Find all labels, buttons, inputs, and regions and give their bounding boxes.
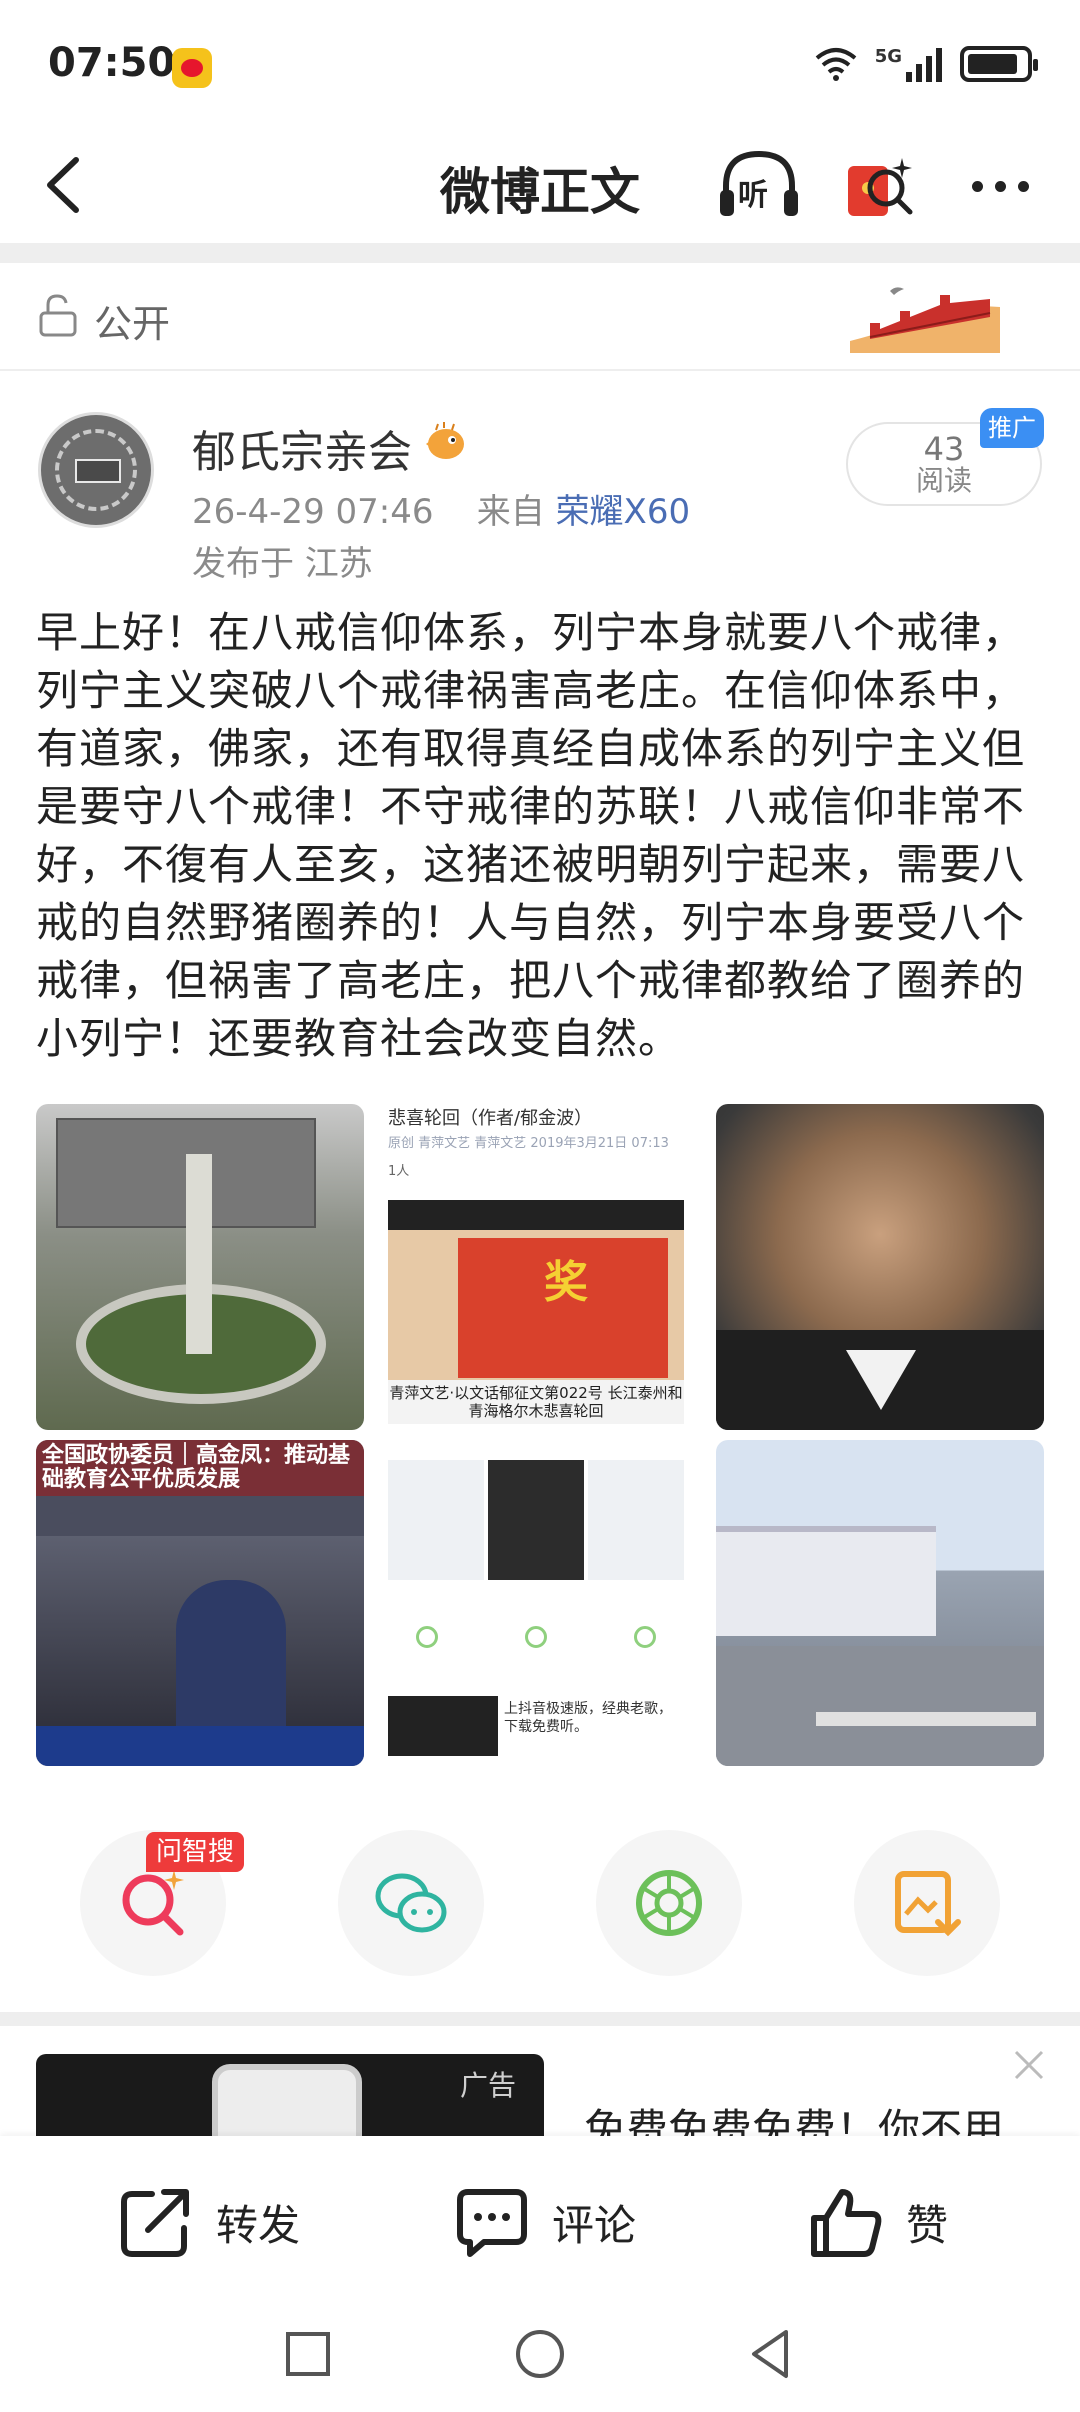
post-timestamp: 26-4-29 07:46	[192, 492, 434, 532]
page-title: 微博正文	[440, 163, 640, 221]
post-meta: 26-4-29 07:46 来自 荣耀X60	[192, 484, 690, 533]
post-image-1[interactable]	[36, 1104, 364, 1430]
repost-button[interactable]: 转发	[118, 2182, 300, 2262]
bottom-action-bar: 转发 评论 赞	[0, 2136, 1080, 2298]
search-sparkle-icon	[867, 158, 913, 215]
visibility-row: 公开	[0, 263, 1080, 371]
close-icon[interactable]	[1008, 2044, 1050, 2086]
signal-icon: 5G	[875, 46, 942, 82]
image-2-bottom-caption: 青萍文艺·以文话郁征文第022号 长江泰州和青海格尔木悲喜轮回	[388, 1380, 684, 1424]
status-bar: 07:50 5G	[0, 0, 1080, 130]
recent-apps-icon[interactable]	[278, 2324, 338, 2384]
ai-search-tag: 问智搜	[146, 1832, 244, 1872]
post-image-3[interactable]	[716, 1104, 1044, 1430]
more-icon[interactable]	[960, 166, 1040, 206]
great-wall-decoration-icon	[850, 287, 1000, 353]
author-name[interactable]: 郁氏宗亲会	[192, 416, 412, 480]
post-image-5[interactable]: 上抖音极速版，经典老歌，下载免费听。	[376, 1440, 704, 1766]
section-divider	[0, 2012, 1080, 2026]
post-location: 发布于 江苏	[192, 544, 373, 584]
red-packet-button[interactable]	[842, 152, 918, 222]
home-icon[interactable]	[510, 2324, 570, 2384]
listen-label: 听	[738, 178, 768, 213]
promo-tag: 推广	[980, 408, 1044, 448]
post-body-text: 早上好！在八戒信仰体系，列宁本身就要八个戒律，列宁主义突破八个戒律祸害高老庄。在…	[36, 608, 1026, 1063]
image-2-big-char: 奖	[544, 1257, 588, 1308]
unlock-icon	[39, 294, 77, 337]
image-2-subtitle: 原创 青萍文艺 青萍文艺 2019年3月21日 07:13	[388, 1136, 669, 1151]
post-image-2[interactable]: 悲喜轮回（作者/郁金波） 原创 青萍文艺 青萍文艺 2019年3月21日 07:…	[376, 1104, 704, 1430]
comment-label: 评论	[552, 2200, 637, 2250]
section-divider	[0, 243, 1080, 263]
repost-label: 转发	[216, 2200, 301, 2250]
weibo-notification-icon	[172, 48, 212, 88]
battery-icon	[960, 46, 1038, 82]
moments-icon	[636, 1870, 702, 1936]
source-device[interactable]: 荣耀X60	[556, 492, 691, 532]
like-button[interactable]: 赞	[808, 2182, 948, 2262]
share-wechat-button[interactable]	[338, 1830, 484, 1976]
status-icons: 5G	[815, 42, 1038, 86]
image-5-ad-text: 上抖音极速版，经典老歌，下载免费听。	[504, 1701, 672, 1735]
image-2-caption: 悲喜轮回（作者/郁金波）	[388, 1108, 593, 1129]
save-image-icon	[895, 1871, 961, 1937]
network-type: 5G	[874, 46, 902, 67]
save-image-button[interactable]	[854, 1830, 1000, 1976]
status-time: 07:50	[48, 40, 176, 86]
top-nav: 微博正文 听	[0, 130, 1080, 240]
image-4-headline: 全国政协委员｜高金凤：推动基础教育公平优质发展	[36, 1440, 364, 1496]
comment-button[interactable]: 评论	[454, 2182, 636, 2262]
source-prefix: 来自	[476, 492, 545, 532]
search-ai-icon	[122, 1870, 184, 1936]
author-avatar[interactable]	[38, 412, 154, 528]
post-image-6[interactable]	[716, 1440, 1044, 1766]
wechat-icon	[375, 1873, 447, 1933]
post-image-4[interactable]: 全国政协委员｜高金凤：推动基础教育公平优质发展	[36, 1440, 364, 1766]
wifi-icon	[815, 48, 856, 81]
image-2-listeners: 1人	[388, 1164, 410, 1179]
system-back-icon[interactable]	[742, 2324, 802, 2384]
share-moments-button[interactable]	[596, 1830, 742, 1976]
read-label: 阅读	[915, 464, 972, 497]
thumbs-up-icon	[811, 2189, 882, 2257]
repost-icon	[121, 2189, 189, 2257]
pufferfish-badge-icon[interactable]	[422, 420, 470, 464]
visibility-label: 公开	[94, 302, 171, 346]
system-navigation-bar	[0, 2298, 1080, 2412]
comment-icon	[457, 2189, 527, 2257]
listen-button[interactable]: 听	[716, 148, 802, 222]
ad-label: 广告	[460, 2069, 517, 2102]
like-label: 赞	[906, 2200, 949, 2250]
